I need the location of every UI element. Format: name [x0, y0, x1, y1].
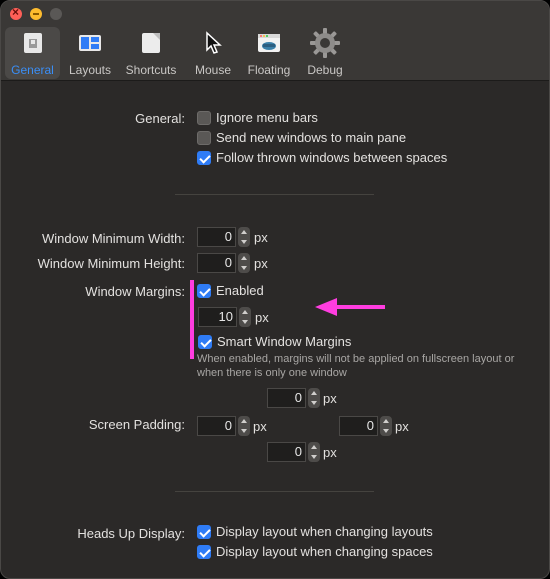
general-prefs-icon	[21, 31, 45, 60]
px-unit: px	[254, 256, 268, 271]
zoom-window-button[interactable]	[50, 8, 62, 20]
gear-icon	[309, 27, 341, 64]
annotation-bracket	[190, 280, 194, 359]
margins-stepper[interactable]	[239, 307, 251, 327]
margins-enabled-label: Enabled	[216, 283, 264, 298]
shortcuts-icon	[139, 31, 163, 60]
smart-margins-label: Smart Window Margins	[217, 334, 352, 349]
follow-thrown-windows-label: Follow thrown windows between spaces	[216, 150, 448, 165]
px-unit: px	[255, 310, 269, 325]
tab-general[interactable]: General	[5, 27, 60, 79]
padding-right-stepper[interactable]	[380, 416, 392, 436]
px-unit: px	[323, 445, 337, 460]
padding-left-field[interactable]: 0	[197, 416, 236, 436]
send-new-windows-label: Send new windows to main pane	[216, 130, 407, 145]
min-width-label: Window Minimum Width:	[41, 231, 185, 246]
padding-right-field[interactable]: 0	[339, 416, 378, 436]
tab-label: Debug	[307, 63, 343, 77]
mouse-cursor-icon	[201, 31, 225, 60]
screen-padding-label: Screen Padding:	[88, 417, 185, 432]
min-height-label: Window Minimum Height:	[37, 256, 185, 271]
smart-margins-hint: When enabled, margins will not be applie…	[197, 353, 515, 379]
px-unit: px	[323, 391, 337, 406]
padding-bottom-field[interactable]: 0	[267, 442, 306, 462]
ignore-menu-bars-checkbox[interactable]	[197, 111, 211, 125]
tab-label: General	[11, 63, 54, 77]
tab-label: Floating	[247, 63, 291, 77]
margins-enabled-checkbox[interactable]	[197, 284, 211, 298]
preferences-window: General Layouts Shortcuts Mouse Floating	[0, 0, 550, 579]
ignore-menu-bars-label: Ignore menu bars	[216, 110, 318, 125]
min-height-field[interactable]: 0	[197, 253, 236, 273]
tab-mouse[interactable]: Mouse	[191, 27, 235, 79]
tab-floating[interactable]: Floating	[244, 27, 294, 79]
tab-layouts[interactable]: Layouts	[65, 27, 115, 79]
padding-top-stepper[interactable]	[308, 388, 320, 408]
padding-top-field[interactable]: 0	[267, 388, 306, 408]
send-new-windows-checkbox[interactable]	[197, 131, 211, 145]
hud-spaces-checkbox[interactable]	[197, 545, 211, 559]
min-height-stepper[interactable]	[238, 253, 250, 273]
hud-label: Heads Up Display:	[77, 526, 185, 541]
px-unit: px	[253, 419, 267, 434]
padding-left-stepper[interactable]	[238, 416, 250, 436]
follow-thrown-windows-checkbox[interactable]	[197, 151, 211, 165]
smart-margins-checkbox[interactable]	[198, 335, 212, 349]
hud-layouts-checkbox[interactable]	[197, 525, 211, 539]
tab-label: Layouts	[68, 63, 112, 77]
tab-label: Mouse	[194, 63, 232, 77]
tab-debug[interactable]: Debug	[303, 27, 347, 79]
close-window-button[interactable]	[10, 5, 22, 20]
px-unit: px	[395, 419, 409, 434]
minimize-window-button[interactable]	[30, 8, 42, 20]
tab-label: Shortcuts	[125, 63, 177, 77]
section-divider	[175, 491, 374, 492]
general-label: General:	[135, 111, 185, 126]
annotation-arrow	[315, 298, 385, 316]
min-width-stepper[interactable]	[238, 227, 250, 247]
section-divider	[175, 194, 374, 195]
px-unit: px	[254, 230, 268, 245]
padding-bottom-stepper[interactable]	[308, 442, 320, 462]
toolbar: General Layouts Shortcuts Mouse Floating	[1, 1, 549, 81]
margins-field[interactable]: 10	[198, 307, 237, 327]
window-margins-label: Window Margins:	[85, 284, 185, 299]
min-width-field[interactable]: 0	[197, 227, 236, 247]
hud-spaces-label: Display layout when changing spaces	[216, 544, 433, 559]
layouts-icon	[78, 31, 102, 60]
hud-layouts-label: Display layout when changing layouts	[216, 524, 433, 539]
floating-window-icon	[257, 31, 281, 60]
tab-shortcuts[interactable]: Shortcuts	[122, 27, 180, 79]
